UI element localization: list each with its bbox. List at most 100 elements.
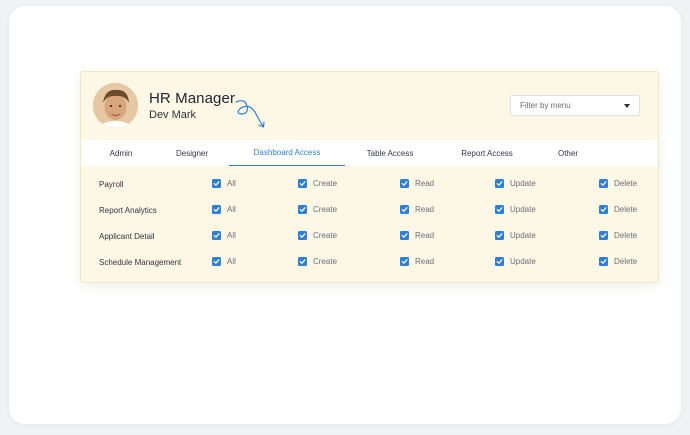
tab-dashboard-access[interactable]: Dashboard Access xyxy=(229,140,345,166)
all-checkbox[interactable] xyxy=(212,205,221,214)
update-checkbox[interactable] xyxy=(495,179,504,188)
update-checkbox[interactable] xyxy=(495,205,504,214)
permission-label: Update xyxy=(510,257,536,266)
permission-label: All xyxy=(227,179,236,188)
checkmark-icon xyxy=(213,181,220,186)
checkmark-icon xyxy=(213,233,220,238)
outer-card: HR Manager Dev Mark Filter by menu Admin… xyxy=(9,6,681,424)
create-checkbox[interactable] xyxy=(298,231,307,240)
checkmark-icon xyxy=(213,207,220,212)
update-checkbox[interactable] xyxy=(495,257,504,266)
permission-row: Payroll All Create Read Update Delete xyxy=(81,175,658,195)
permission-label: Read xyxy=(415,205,435,214)
checkmark-icon xyxy=(213,259,220,264)
checkmark-icon xyxy=(401,259,408,264)
permission-row-label: Payroll xyxy=(99,180,124,189)
permission-label: Read xyxy=(415,179,435,188)
checkmark-icon xyxy=(496,233,503,238)
tab-other[interactable]: Other xyxy=(547,140,589,166)
permission-label: Delete xyxy=(614,231,638,240)
permission-read: Read xyxy=(400,257,434,266)
checkmark-icon xyxy=(600,181,607,186)
permission-label: Create xyxy=(313,179,338,188)
read-checkbox[interactable] xyxy=(400,257,409,266)
permission-update: Update xyxy=(495,231,536,240)
delete-checkbox[interactable] xyxy=(599,231,608,240)
permission-row-label: Report Analytics xyxy=(99,206,157,215)
delete-checkbox[interactable] xyxy=(599,205,608,214)
profile-name: Dev Mark xyxy=(149,109,197,121)
update-checkbox[interactable] xyxy=(495,231,504,240)
checkmark-icon xyxy=(401,181,408,186)
delete-checkbox[interactable] xyxy=(599,257,608,266)
tab-admin[interactable]: Admin xyxy=(99,140,143,166)
permission-read: Read xyxy=(400,179,434,188)
permission-all: All xyxy=(212,257,236,266)
permission-label: Update xyxy=(510,231,536,240)
read-checkbox[interactable] xyxy=(400,179,409,188)
permission-read: Read xyxy=(400,231,434,240)
permission-delete: Delete xyxy=(599,231,637,240)
all-checkbox[interactable] xyxy=(212,179,221,188)
permission-row-label: Schedule Management xyxy=(99,258,182,267)
permission-row-label: Applicant Detail xyxy=(99,232,155,241)
curved-arrow-icon xyxy=(235,100,265,128)
tab-table-access[interactable]: Table Access xyxy=(357,140,423,166)
permission-all: All xyxy=(212,179,236,188)
permission-label: Delete xyxy=(614,179,638,188)
profile-title: HR Manager xyxy=(149,90,236,107)
checkmark-icon xyxy=(299,181,306,186)
create-checkbox[interactable] xyxy=(298,205,307,214)
filter-placeholder: Filter by menu xyxy=(520,101,571,110)
permission-create: Create xyxy=(298,231,337,240)
permission-create: Create xyxy=(298,257,337,266)
delete-checkbox[interactable] xyxy=(599,179,608,188)
checkmark-icon xyxy=(600,233,607,238)
filter-dropdown[interactable]: Filter by menu xyxy=(510,95,640,116)
permission-label: Update xyxy=(510,205,536,214)
permission-delete: Delete xyxy=(599,179,637,188)
permission-read: Read xyxy=(400,205,434,214)
checkmark-icon xyxy=(496,181,503,186)
read-checkbox[interactable] xyxy=(400,205,409,214)
permission-label: Read xyxy=(415,257,435,266)
permission-delete: Delete xyxy=(599,257,637,266)
checkmark-icon xyxy=(600,259,607,264)
create-checkbox[interactable] xyxy=(298,257,307,266)
permission-label: Delete xyxy=(614,205,638,214)
create-checkbox[interactable] xyxy=(298,179,307,188)
checkmark-icon xyxy=(299,259,306,264)
permission-create: Create xyxy=(298,205,337,214)
permission-update: Update xyxy=(495,205,536,214)
permission-label: Delete xyxy=(614,257,638,266)
permission-label: All xyxy=(227,231,236,240)
checkmark-icon xyxy=(299,233,306,238)
all-checkbox[interactable] xyxy=(212,257,221,266)
caret-down-icon xyxy=(624,104,630,108)
checkmark-icon xyxy=(496,259,503,264)
permission-delete: Delete xyxy=(599,205,637,214)
avatar xyxy=(93,83,138,128)
checkmark-icon xyxy=(401,233,408,238)
permission-label: Create xyxy=(313,257,338,266)
permission-label: All xyxy=(227,257,236,266)
checkmark-icon xyxy=(496,207,503,212)
permission-all: All xyxy=(212,231,236,240)
tab-bar: Admin Designer Dashboard Access Table Ac… xyxy=(81,140,658,166)
permission-label: Create xyxy=(313,231,338,240)
permission-label: Read xyxy=(415,231,435,240)
permission-create: Create xyxy=(298,179,337,188)
permission-row: Applicant Detail All Create Read Update Delet… xyxy=(81,227,658,247)
all-checkbox[interactable] xyxy=(212,231,221,240)
permission-label: Create xyxy=(313,205,338,214)
user-permission-panel: HR Manager Dev Mark Filter by menu Admin… xyxy=(80,71,659,283)
permission-update: Update xyxy=(495,257,536,266)
permission-update: Update xyxy=(495,179,536,188)
read-checkbox[interactable] xyxy=(400,231,409,240)
permission-row: Schedule Management All Create Read Update De… xyxy=(81,253,658,273)
checkmark-icon xyxy=(299,207,306,212)
permission-label: Update xyxy=(510,179,536,188)
tab-report-access[interactable]: Report Access xyxy=(450,140,524,166)
permission-label: All xyxy=(227,205,236,214)
tab-designer[interactable]: Designer xyxy=(164,140,220,166)
